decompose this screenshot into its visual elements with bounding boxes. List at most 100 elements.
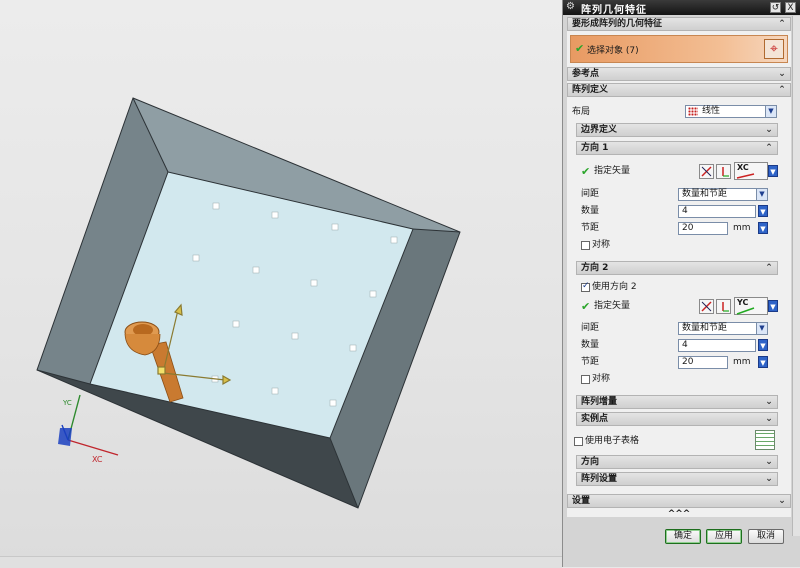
section-direction-1[interactable]: 方向 1 ⌃ (576, 141, 778, 155)
apply-button[interactable]: 应用 (706, 529, 742, 544)
use-direction-2-label: 使用方向 2 (592, 282, 637, 292)
vector-type-select[interactable]: XC (734, 162, 768, 180)
chevron-down-icon: ▼ (765, 106, 776, 117)
select-object-label: 选择对象 (7) (587, 46, 639, 56)
dialog-titlebar[interactable]: ⚙ 阵列几何特征 ↺ X (563, 0, 800, 16)
layout-select[interactable]: 线性 ▼ (685, 105, 777, 118)
section-geometry[interactable]: 要形成阵列的几何特征 ⌃ (567, 17, 791, 31)
pin-marker (349, 344, 357, 352)
pin-marker (331, 223, 339, 231)
pin-marker (192, 254, 200, 262)
reset-button[interactable]: ↺ (770, 2, 781, 13)
ok-button[interactable]: 确定 (665, 529, 701, 544)
use-spreadsheet-checkbox[interactable] (574, 437, 583, 446)
pattern-geometry-dialog: ⚙ 阵列几何特征 ↺ X 要形成阵列的几何特征 ⌃ ✔ 选择对象 (7) ⌖ 参… (562, 0, 800, 567)
gear-icon[interactable]: ⚙ (566, 1, 577, 12)
check-icon: ✔ (581, 300, 591, 313)
chevron-up-icon: ⌃ (778, 85, 786, 95)
section-array-increment[interactable]: 阵列增量 ⌄ (576, 395, 778, 409)
axis-label-x: XC (92, 455, 103, 464)
pin-marker (310, 279, 318, 287)
vector-type-select[interactable]: YC (734, 297, 768, 315)
chevron-down-icon: ⌄ (765, 125, 773, 135)
dir2-pitch-label: 节距 (581, 357, 600, 367)
chevron-up-icon: ⌃ (778, 19, 786, 29)
more-options-toggle[interactable]: ^^^ (567, 510, 791, 519)
dir1-symmetric-checkbox[interactable] (581, 241, 590, 250)
close-button[interactable]: X (785, 2, 796, 13)
dir2-symmetric-label: 对称 (592, 374, 611, 384)
pin-marker (369, 290, 377, 298)
pin-marker (271, 211, 279, 219)
pin-marker (390, 236, 398, 244)
reverse-direction-icon[interactable] (716, 299, 731, 314)
section-reference-point[interactable]: 参考点 ⌄ (567, 67, 791, 81)
select-object-row[interactable]: ✔ 选择对象 (7) ⌖ (570, 35, 788, 63)
dir1-vector-label: 指定矢量 (594, 166, 631, 176)
chevron-down-icon: ⌄ (765, 457, 773, 467)
chevron-down-icon: ⌄ (778, 69, 786, 79)
vector-dialog-icon[interactable] (699, 164, 714, 179)
dir2-count-menu[interactable]: ▼ (758, 339, 768, 351)
reverse-direction-icon[interactable] (716, 164, 731, 179)
dir1-pitch-input[interactable]: 20 (678, 222, 728, 235)
axis-label-y: YC (63, 399, 72, 407)
chevron-down-icon: ▼ (756, 323, 767, 334)
chevron-down-icon: ⌄ (765, 474, 773, 484)
use-spreadsheet-label: 使用电子表格 (585, 436, 640, 446)
section-orientation[interactable]: 方向 ⌄ (576, 455, 778, 469)
section-settings[interactable]: 设置 ⌄ (567, 494, 791, 508)
chevron-up-icon: ⌃ (765, 263, 773, 273)
section-instance-point[interactable]: 实例点 ⌄ (576, 412, 778, 426)
section-array-definition[interactable]: 阵列定义 ⌃ (567, 83, 791, 97)
pin-marker (271, 387, 279, 395)
section-direction-2[interactable]: 方向 2 ⌃ (576, 261, 778, 275)
dir2-symmetric-checkbox[interactable] (581, 375, 590, 384)
cancel-button[interactable]: 取消 (748, 529, 784, 544)
chevron-down-icon: ▼ (756, 189, 767, 200)
spreadsheet-icon[interactable] (755, 430, 775, 450)
section-boundary[interactable]: 边界定义 ⌄ (576, 123, 778, 137)
pin-marker (212, 202, 220, 210)
dir1-spacing-label: 间距 (581, 189, 600, 199)
use-direction-2-checkbox[interactable] (581, 281, 590, 292)
dir2-pitch-menu[interactable]: ▼ (758, 356, 768, 368)
dir2-spacing-label: 间距 (581, 323, 600, 333)
dir1-unit: mm (733, 223, 751, 233)
vector-dialog-icon[interactable] (699, 299, 714, 314)
pin-marker (252, 266, 260, 274)
dir2-count-input[interactable]: 4 (678, 339, 756, 352)
chevron-down-icon[interactable]: ▼ (768, 165, 778, 177)
chevron-up-icon: ⌃ (765, 143, 773, 153)
model-view (36, 97, 461, 509)
dir1-count-input[interactable]: 4 (678, 205, 756, 218)
dir2-unit: mm (733, 357, 751, 367)
dir1-spacing-select[interactable]: 数量和节距 ▼ (678, 188, 768, 201)
grid-icon (688, 107, 698, 116)
dir2-pitch-input[interactable]: 20 (678, 356, 728, 369)
check-icon: ✔ (575, 42, 585, 55)
check-icon: ✔ (581, 165, 591, 178)
pin-marker (232, 320, 240, 328)
pin-marker (329, 399, 337, 407)
dir2-count-label: 数量 (581, 340, 600, 350)
chevron-down-icon: ⌄ (778, 496, 786, 506)
dir1-symmetric-label: 对称 (592, 240, 611, 250)
crosshair-icon[interactable]: ⌖ (764, 39, 784, 59)
dialog-body: 要形成阵列的几何特征 ⌃ ✔ 选择对象 (7) ⌖ 参考点 ⌄ 阵列定义 ⌃ 布… (567, 17, 791, 519)
status-bar (0, 556, 562, 568)
dialog-title: 阵列几何特征 (581, 5, 647, 16)
dir1-pitch-label: 节距 (581, 223, 600, 233)
chevron-down-icon: ⌄ (765, 414, 773, 424)
dir1-count-label: 数量 (581, 206, 600, 216)
chevron-down-icon: ⌄ (765, 397, 773, 407)
dir2-vector-label: 指定矢量 (594, 301, 631, 311)
chevron-down-icon[interactable]: ▼ (768, 300, 778, 312)
dialog-scrollbar[interactable] (792, 16, 800, 536)
dir1-pitch-menu[interactable]: ▼ (758, 222, 768, 234)
dir2-spacing-select[interactable]: 数量和节距 ▼ (678, 322, 768, 335)
section-array-settings[interactable]: 阵列设置 ⌄ (576, 472, 778, 486)
graphics-viewport[interactable]: XC YC (0, 0, 562, 567)
dir1-count-menu[interactable]: ▼ (758, 205, 768, 217)
layout-label: 布局 (572, 107, 591, 117)
